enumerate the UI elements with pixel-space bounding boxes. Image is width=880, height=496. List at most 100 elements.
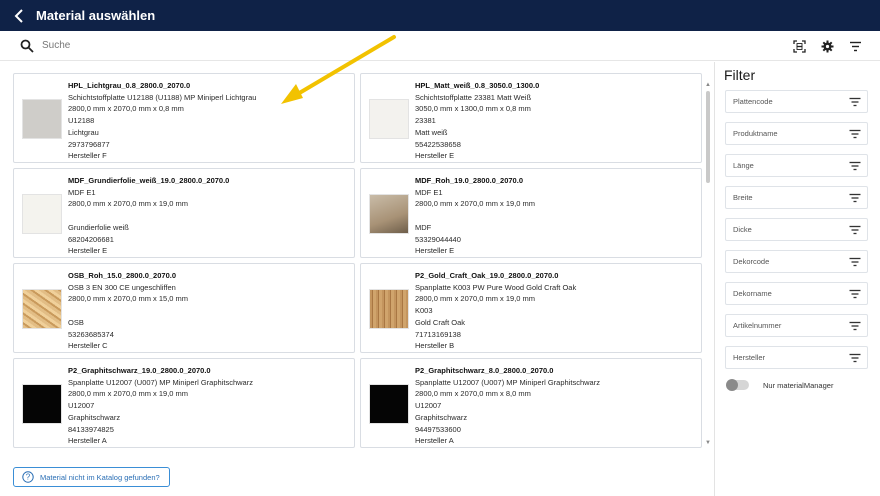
material-details: OSB_Roh_15.0_2800.0_2070.0 OSB 3 EN 300 C… bbox=[68, 270, 188, 352]
material-name: MDF_Grundierfolie_weiß_19.0_2800.0_2070.… bbox=[68, 176, 230, 185]
material-desc: Spanplatte U12007 (U007) MP Miniperl Gra… bbox=[68, 377, 253, 387]
material-code bbox=[68, 210, 229, 222]
material-maker: Hersteller E bbox=[415, 151, 455, 161]
material-decor: Gold Craft Oak bbox=[415, 317, 466, 327]
filter-field[interactable]: Hersteller bbox=[725, 346, 868, 369]
app-header: Material auswählen bbox=[0, 0, 880, 31]
scroll-up-icon[interactable]: ▲ bbox=[705, 81, 711, 89]
material-name: HPL_Lichtgrau_0.8_2800.0_2070.0 bbox=[68, 81, 191, 90]
material-code: K003 bbox=[415, 306, 433, 316]
back-button[interactable] bbox=[8, 4, 32, 28]
material-card[interactable]: MDF_Roh_19.0_2800.0_2070.0 MDF E1 2800,0 m… bbox=[360, 168, 702, 258]
filter-lines-icon bbox=[849, 353, 861, 363]
material-dims: 2800,0 mm x 2070,0 mm x 19,0 mm bbox=[415, 199, 536, 209]
material-decor: OSB bbox=[68, 317, 84, 327]
material-card[interactable]: OSB_Roh_15.0_2800.0_2070.0 OSB 3 EN 300 C… bbox=[13, 263, 355, 353]
material-maker: Hersteller C bbox=[68, 341, 108, 351]
filter-field[interactable]: Plattencode bbox=[725, 90, 868, 113]
scroll-down-icon[interactable]: ▼ bbox=[705, 439, 711, 447]
toggle-knob bbox=[726, 379, 738, 391]
material-thumbnail bbox=[369, 384, 409, 424]
material-decor: MDF bbox=[415, 222, 432, 232]
materialmanager-toggle[interactable] bbox=[726, 379, 749, 391]
material-decor: Grundierfolie weiß bbox=[68, 222, 129, 232]
material-dims: 2800,0 mm x 2070,0 mm x 19,0 mm bbox=[68, 389, 189, 399]
page-title: Material auswählen bbox=[36, 8, 156, 23]
material-name: MDF_Roh_19.0_2800.0_2070.0 bbox=[415, 176, 523, 185]
material-number: 53263685374 bbox=[68, 329, 114, 339]
filter-lines-icon bbox=[849, 97, 861, 107]
material-dims: 2800,0 mm x 2070,0 mm x 19,0 mm bbox=[68, 199, 189, 209]
material-details: MDF_Grundierfolie_weiß_19.0_2800.0_2070.… bbox=[68, 175, 229, 257]
material-details: P2_Graphitschwarz_19.0_2800.0_2070.0 Span… bbox=[68, 365, 253, 447]
material-dims: 2800,0 mm x 2070,0 mm x 8,0 mm bbox=[415, 389, 531, 399]
list-scrollbar[interactable]: ▲ ▼ bbox=[705, 81, 711, 451]
filter-field-label: Breite bbox=[733, 193, 753, 202]
material-name: P2_Graphitschwarz_8.0_2800.0_2070.0 bbox=[415, 366, 554, 375]
filter-lines-icon bbox=[849, 41, 861, 51]
material-name: P2_Graphitschwarz_19.0_2800.0_2070.0 bbox=[68, 366, 211, 375]
gear-icon bbox=[821, 40, 833, 52]
material-number: 68204206681 bbox=[68, 234, 114, 244]
toolbar bbox=[792, 39, 862, 53]
search-icon bbox=[20, 39, 34, 53]
settings-button[interactable] bbox=[820, 39, 834, 53]
material-thumbnail bbox=[22, 384, 62, 424]
material-card[interactable]: P2_Graphitschwarz_8.0_2800.0_2070.0 Spanp… bbox=[360, 358, 702, 448]
filter-lines-icon bbox=[849, 161, 861, 171]
material-number: 94497533600 bbox=[415, 424, 461, 434]
materialmanager-toggle-row: Nur materialManager bbox=[726, 379, 833, 391]
material-details: P2_Graphitschwarz_8.0_2800.0_2070.0 Spanp… bbox=[415, 365, 600, 447]
material-thumbnail bbox=[22, 99, 62, 139]
filter-lines-icon bbox=[849, 225, 861, 235]
material-details: MDF_Roh_19.0_2800.0_2070.0 MDF E1 2800,0 m… bbox=[415, 175, 535, 257]
barcode-scan-button[interactable] bbox=[792, 39, 806, 53]
filter-field-label: Produktname bbox=[733, 129, 778, 138]
filter-lines-icon bbox=[849, 289, 861, 299]
material-maker: Hersteller B bbox=[415, 341, 455, 351]
material-thumbnail bbox=[369, 289, 409, 329]
material-maker: Hersteller E bbox=[68, 246, 108, 256]
filter-field-label: Dekorcode bbox=[733, 257, 770, 266]
material-number: 71713169138 bbox=[415, 329, 461, 339]
scrollbar-thumb[interactable] bbox=[706, 91, 710, 183]
filter-field[interactable]: Produktname bbox=[725, 122, 868, 145]
filter-field[interactable]: Dekorname bbox=[725, 282, 868, 305]
material-not-found-button[interactable]: ? Material nicht im Katalog gefunden? bbox=[13, 467, 170, 487]
material-desc: MDF E1 bbox=[415, 187, 443, 197]
filter-field[interactable]: Breite bbox=[725, 186, 868, 209]
search-input[interactable] bbox=[42, 40, 342, 51]
filter-lines-icon bbox=[849, 193, 861, 203]
filter-field[interactable]: Länge bbox=[725, 154, 868, 177]
material-decor: Lichtgrau bbox=[68, 127, 99, 137]
material-maker: Hersteller A bbox=[415, 436, 454, 446]
material-card[interactable]: MDF_Grundierfolie_weiß_19.0_2800.0_2070.… bbox=[13, 168, 355, 258]
material-details: P2_Gold_Craft_Oak_19.0_2800.0_2070.0 Span… bbox=[415, 270, 576, 352]
filter-field-label: Länge bbox=[733, 161, 754, 170]
filter-field[interactable]: Dicke bbox=[725, 218, 868, 241]
material-number: 2973796877 bbox=[68, 139, 110, 149]
material-number: 53329044440 bbox=[415, 234, 461, 244]
material-code: U12188 bbox=[68, 116, 95, 126]
material-name: OSB_Roh_15.0_2800.0_2070.0 bbox=[68, 271, 176, 280]
material-decor: Matt weiß bbox=[415, 127, 448, 137]
material-card[interactable]: P2_Graphitschwarz_19.0_2800.0_2070.0 Span… bbox=[13, 358, 355, 448]
material-number: 84133974825 bbox=[68, 424, 114, 434]
filter-toggle-button[interactable] bbox=[848, 39, 862, 53]
filter-field-label: Dekorname bbox=[733, 289, 772, 298]
material-card[interactable]: P2_Gold_Craft_Oak_19.0_2800.0_2070.0 Span… bbox=[360, 263, 702, 353]
filter-panel: Filter Plattencode Produktname Länge Breite… bbox=[715, 62, 880, 496]
chevron-left-icon bbox=[14, 8, 23, 23]
filter-field-label: Plattencode bbox=[733, 97, 773, 106]
question-circle-icon: ? bbox=[22, 471, 34, 483]
filter-field[interactable]: Dekorcode bbox=[725, 250, 868, 273]
material-maker: Hersteller E bbox=[415, 246, 455, 256]
material-card[interactable]: HPL_Matt_weiß_0.8_3050.0_1300.0 Schichtst… bbox=[360, 73, 702, 163]
material-code: U12007 bbox=[415, 401, 442, 411]
material-decor: Graphitschwarz bbox=[68, 412, 121, 422]
filter-field[interactable]: Artikelnummer bbox=[725, 314, 868, 337]
material-card[interactable]: HPL_Lichtgrau_0.8_2800.0_2070.0 Schichtst… bbox=[13, 73, 355, 163]
filter-lines-icon bbox=[849, 129, 861, 139]
filter-lines-icon bbox=[849, 257, 861, 267]
filter-lines-icon bbox=[849, 321, 861, 331]
